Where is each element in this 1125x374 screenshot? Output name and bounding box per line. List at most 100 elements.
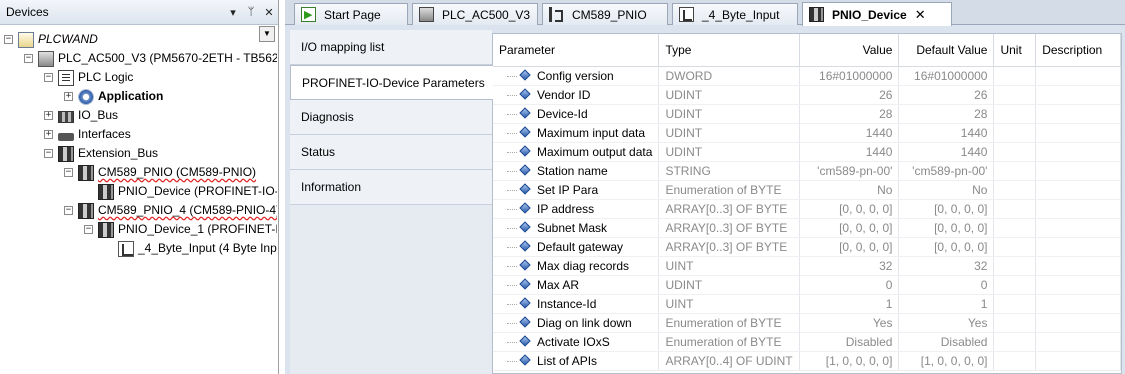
tree-node[interactable]: − PNIO_Device_1 (PROFINET-IO-Device) — [84, 220, 277, 239]
value-cell[interactable]: Yes — [799, 313, 900, 333]
plc-logic-icon — [58, 69, 74, 86]
expand-icon[interactable]: + — [64, 92, 73, 101]
unit-cell — [993, 256, 1037, 276]
close-icon[interactable]: ✕ — [260, 6, 278, 19]
expand-icon[interactable]: + — [44, 130, 53, 139]
unit-cell — [993, 142, 1037, 162]
table-row[interactable]: IP address ARRAY[0..3] OF BYTE [0, 0, 0, 0… — [493, 199, 1121, 219]
value-cell[interactable]: Disabled — [799, 332, 900, 352]
tree-node-label: PNIO_Device_1 (PROFINET-IO-Device) — [118, 222, 277, 236]
default-value-cell: [0, 0, 0, 0] — [898, 199, 995, 219]
value-cell[interactable]: [0, 0, 0, 0] — [799, 199, 900, 219]
table-row[interactable]: Station name STRING'cm589-pn-00''cm589-pn… — [493, 161, 1121, 181]
table-row[interactable]: List of APIs ARRAY[0..4] OF UDINT [1, 0, 0… — [493, 351, 1121, 371]
description-cell — [1035, 85, 1121, 105]
tree-node[interactable]: _4_Byte_Input (4 Byte Input) — [104, 239, 277, 258]
column-header[interactable]: Value — [799, 34, 900, 67]
value-cell[interactable]: 26 — [799, 85, 900, 105]
editor-tab[interactable]: _4_Byte_Input — [672, 3, 798, 25]
table-row[interactable]: Maximum input data UDINT 1440 1440 — [493, 123, 1121, 143]
value-cell[interactable]: 0 — [799, 275, 900, 295]
tree-node[interactable]: − CM589_PNIO (CM589-PNIO) — [64, 163, 256, 182]
table-row[interactable]: Max diag records UINT 32 32 — [493, 256, 1121, 276]
value-cell[interactable]: 28 — [799, 104, 900, 124]
editor-tab[interactable]: PLC_AC500_V3 — [412, 3, 538, 25]
tree-node[interactable]: + Application — [64, 87, 163, 106]
description-cell — [1035, 332, 1121, 352]
parameter-cell: Default gateway — [493, 237, 660, 257]
table-row[interactable]: Diag on link down Enumeration of BYTE Yes Y… — [493, 313, 1121, 333]
tree-node-label: Application — [98, 89, 164, 103]
editor-tab[interactable]: Start Page — [294, 3, 408, 25]
column-header[interactable]: Description — [1035, 34, 1121, 67]
tree-line — [507, 246, 517, 248]
table-row[interactable]: Subnet Mask ARRAY[0..3] OF BYTE [0, 0, 0, … — [493, 218, 1121, 238]
editor-tab[interactable]: CM589_PNIO — [542, 3, 668, 25]
tree-node[interactable]: PNIO_Device (PROFINET-IO-Device) — [84, 182, 277, 201]
collapse-icon[interactable]: − — [64, 206, 73, 215]
collapse-icon[interactable]: − — [44, 149, 53, 158]
value-cell[interactable]: 1440 — [799, 142, 900, 162]
side-tab[interactable]: Diagnosis — [290, 100, 492, 135]
value-cell[interactable]: [1, 0, 0, 0, 0] — [799, 351, 900, 371]
table-row[interactable]: Default gateway ARRAY[0..3] OF BYTE [0, 0,… — [493, 237, 1121, 257]
value-cell[interactable]: [0, 0, 0, 0] — [799, 218, 900, 238]
pane-menu-chevron-icon[interactable]: ▾ — [224, 6, 242, 19]
table-row[interactable]: Max AR UDINT 0 0 — [493, 275, 1121, 295]
column-header[interactable]: Default Value — [898, 34, 995, 67]
side-tab[interactable]: PROFINET-IO-Device Parameters — [290, 65, 493, 100]
tree-node[interactable]: + Interfaces — [44, 125, 131, 144]
value-cell[interactable]: 'cm589-pn-00' — [799, 161, 900, 181]
expand-icon[interactable]: + — [44, 111, 53, 120]
type-cell: Enumeration of BYTE — [658, 313, 800, 333]
module-icon — [78, 202, 94, 219]
value-cell[interactable]: 1440 — [799, 123, 900, 143]
side-tab[interactable]: Information — [290, 170, 492, 205]
table-row[interactable]: Maximum output data UDINT 1440 1440 — [493, 142, 1121, 162]
parameter-icon — [519, 259, 531, 271]
table-row[interactable]: Instance-Id UINT 1 1 — [493, 294, 1121, 314]
unit-cell — [993, 275, 1037, 295]
value-cell[interactable]: [0, 0, 0, 0] — [799, 237, 900, 257]
side-tab[interactable]: I/O mapping list — [290, 30, 492, 65]
tree-node[interactable]: + IO_Bus — [44, 106, 118, 125]
editor-tab[interactable]: PNIO_Device ✕ — [802, 2, 952, 26]
value-cell[interactable]: No — [799, 180, 900, 200]
column-header[interactable]: Unit — [993, 34, 1037, 67]
tree-node[interactable]: − PLCWAND — [4, 30, 98, 49]
table-row[interactable]: Device-Id UDINT 28 28 — [493, 104, 1121, 124]
side-tab[interactable]: Status — [290, 135, 492, 170]
pnio-device-icon — [809, 7, 824, 22]
collapse-icon[interactable]: − — [24, 54, 33, 63]
type-cell: UDINT — [658, 85, 800, 105]
table-row[interactable]: Config version DWORD 16#01000000 16#0100000… — [493, 66, 1121, 86]
column-header[interactable]: Parameter — [493, 34, 660, 67]
collapse-icon[interactable]: − — [44, 73, 53, 82]
collapse-icon[interactable]: − — [4, 35, 13, 44]
pin-icon[interactable]: ᛘ — [242, 6, 260, 18]
unit-cell — [993, 85, 1037, 105]
table-row[interactable]: Vendor ID UDINT 26 26 — [493, 85, 1121, 105]
value-cell[interactable]: 32 — [799, 256, 900, 276]
table-row[interactable]: Activate IOxS Enumeration of BYTE Disabled… — [493, 332, 1121, 352]
parameter-table: Parameter Type Value Default Value Unit Descr… — [493, 34, 1121, 371]
value-cell[interactable]: 1 — [799, 294, 900, 314]
tree-node[interactable]: − PLC_AC500_V3 (PM5670-2ETH - TB5620-2ETH… — [24, 49, 277, 68]
type-cell: Enumeration of BYTE — [658, 180, 800, 200]
tab-close-icon[interactable]: ✕ — [915, 5, 926, 25]
tree-line — [507, 227, 517, 229]
collapse-icon[interactable]: − — [64, 168, 73, 177]
default-value-cell: Disabled — [898, 332, 995, 352]
tree-node[interactable]: − PLC Logic — [44, 68, 133, 87]
tree-node[interactable]: − CM589_PNIO_4 (CM589-PNIO-4) — [64, 201, 277, 220]
unit-cell — [993, 294, 1037, 314]
table-row[interactable]: Set IP Para Enumeration of BYTE No No — [493, 180, 1121, 200]
column-header[interactable]: Type — [658, 34, 800, 67]
unit-cell — [993, 351, 1037, 371]
tab-label: Start Page — [324, 7, 381, 22]
collapse-icon[interactable]: − — [84, 225, 93, 234]
value-cell[interactable]: 16#01000000 — [799, 66, 900, 86]
tree-node[interactable]: − Extension_Bus — [44, 144, 158, 163]
unit-cell — [993, 66, 1037, 86]
description-cell — [1035, 161, 1121, 181]
